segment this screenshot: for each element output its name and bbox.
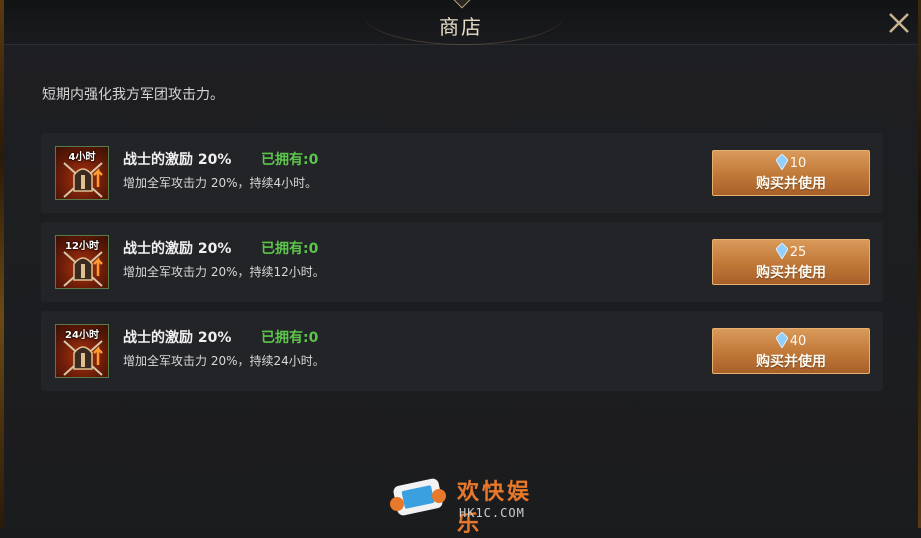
item-owned-count: 已拥有:0	[261, 152, 319, 168]
item-icon: 24小时	[55, 324, 109, 378]
warrior-helmet-icon	[63, 340, 103, 376]
buy-label: 购买并使用	[756, 176, 826, 192]
item-icon: 4小时	[55, 146, 109, 200]
price-value: 40	[789, 334, 807, 349]
crystal-gem-icon	[775, 332, 788, 348]
buy-label: 购买并使用	[756, 265, 826, 281]
shop-item: 12小时 战士的激励 20% 已拥有:0 增加全军攻击力 20%，持续12小时。…	[41, 222, 883, 302]
shop-item: 4小时 战士的激励 20% 已拥有:0 增加全军攻击力 20%，持续4小时。 1…	[41, 133, 883, 213]
item-icon: 12小时	[55, 235, 109, 289]
shop-panel: 商店 短期内强化我方军团攻击力。 4小时 战士的激励 20% 已拥有:0 增加全…	[4, 0, 918, 537]
page-title: 商店	[439, 15, 483, 39]
item-owned-count: 已拥有:0	[261, 241, 319, 257]
item-name: 战士的激励 20%	[123, 330, 232, 346]
site-watermark: 欢快娱乐 HK1C.COM	[385, 472, 555, 537]
buy-and-use-button[interactable]: 40 购买并使用	[712, 328, 870, 374]
price-row: 40	[713, 332, 869, 349]
crystal-gem-icon	[775, 243, 788, 259]
shop-item: 24小时 战士的激励 20% 已拥有:0 增加全军攻击力 20%，持续24小时。…	[41, 311, 883, 391]
close-button[interactable]	[884, 8, 914, 38]
item-description: 增加全军攻击力 20%，持续12小时。	[123, 265, 325, 279]
buy-and-use-button[interactable]: 10 购买并使用	[712, 150, 870, 196]
warrior-helmet-icon	[63, 251, 103, 287]
price-row: 25	[713, 243, 869, 260]
price-value: 10	[789, 156, 807, 171]
shop-description: 短期内强化我方军团攻击力。	[42, 87, 224, 103]
item-name: 战士的激励 20%	[123, 152, 232, 168]
price-row: 10	[713, 154, 869, 171]
warrior-helmet-icon	[63, 162, 103, 198]
close-icon	[889, 13, 909, 33]
item-description: 增加全军攻击力 20%，持续4小时。	[123, 176, 318, 190]
watermark-url: HK1C.COM	[459, 506, 525, 520]
buy-label: 购买并使用	[756, 354, 826, 370]
item-description: 增加全军攻击力 20%，持续24小时。	[123, 354, 325, 368]
item-name: 战士的激励 20%	[123, 241, 232, 257]
item-owned-count: 已拥有:0	[261, 330, 319, 346]
buy-and-use-button[interactable]: 25 购买并使用	[712, 239, 870, 285]
game-controller-icon	[390, 478, 446, 516]
header-bar: 商店	[4, 0, 918, 45]
crystal-gem-icon	[775, 154, 788, 170]
price-value: 25	[789, 245, 807, 260]
